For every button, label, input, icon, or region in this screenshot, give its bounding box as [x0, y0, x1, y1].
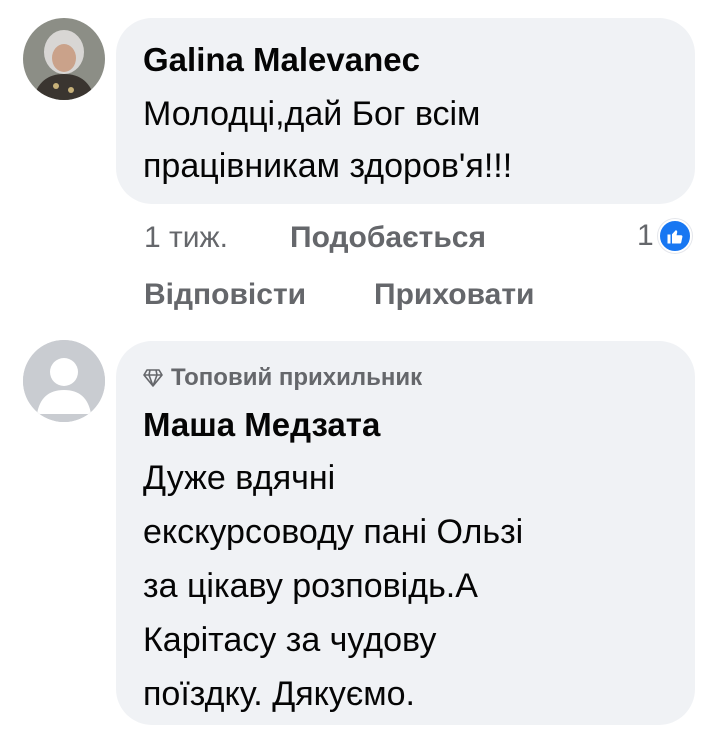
comment-text: Молодці,дай Бог всім працівникам здоров'… [143, 88, 667, 192]
comment-text-line: Карітасу за чудову [143, 621, 437, 659]
comment-text-line: поїздку. Дякуємо. [143, 675, 415, 713]
reply-button[interactable]: Відповісти [144, 278, 306, 312]
comment-text: Дуже вдячні екскурсоводу пані Ользі за ц… [143, 451, 667, 721]
comment-text-line: за цікаву розповідь.А [143, 567, 478, 605]
comment-text-line: екскурсоводу пані Ользі [143, 513, 524, 551]
hide-button[interactable]: Приховати [374, 278, 534, 312]
avatar-photo-icon [23, 18, 105, 100]
comment-text-line: Молодці,дай Бог всім [143, 95, 481, 133]
like-button[interactable]: Подобається [290, 221, 486, 255]
default-user-icon [23, 340, 105, 422]
top-fan-badge[interactable]: Топовий прихильник [143, 363, 667, 393]
comment-author[interactable]: Маша Медзата [143, 405, 667, 445]
reaction-count: 1 [637, 219, 654, 252]
avatar[interactable] [23, 340, 105, 422]
avatar[interactable] [23, 18, 105, 100]
comment-text-line: Дуже вдячні [143, 459, 336, 497]
reaction-summary[interactable]: 1 [637, 219, 692, 253]
diamond-icon [143, 369, 163, 387]
comment-author[interactable]: Galina Malevanec [143, 40, 667, 80]
comment-text-line: працівникам здоров'я!!! [143, 147, 513, 185]
badge-label: Топовий прихильник [171, 364, 423, 391]
comment-bubble: Топовий прихильник Маша Медзата Дуже вдя… [116, 341, 695, 725]
comment-time[interactable]: 1 тиж. [144, 221, 228, 255]
comment-bubble: Galina Malevanec Молодці,дай Бог всім пр… [116, 18, 695, 204]
thumbs-up-icon [657, 219, 692, 253]
